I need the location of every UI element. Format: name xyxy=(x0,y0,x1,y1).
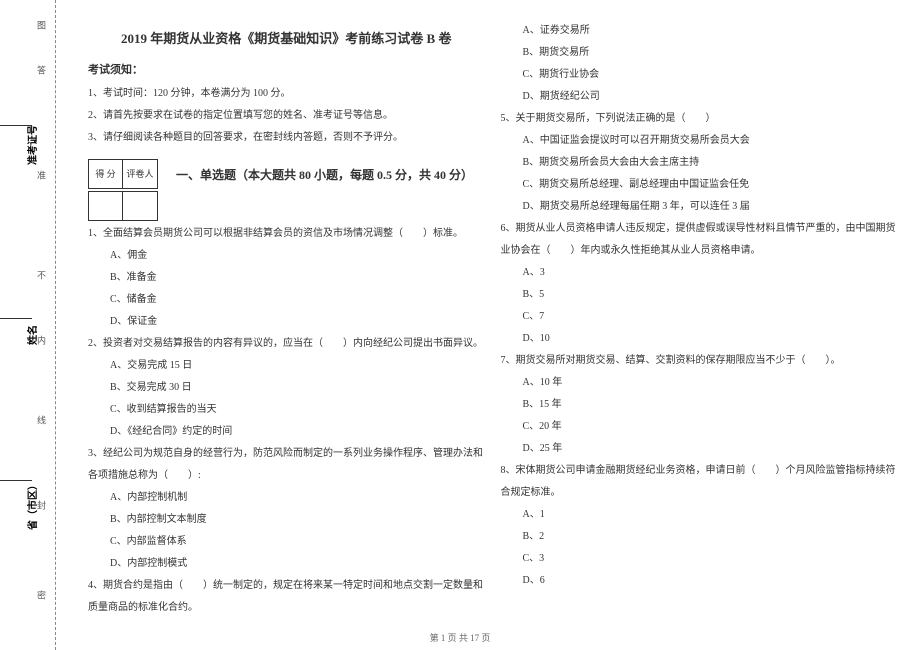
q5-opt-d: D、期货交易所总经理每届任期 3 年，可以连任 3 届 xyxy=(501,196,898,218)
q5-opt-b: B、期货交易所会员大会由大会主席主持 xyxy=(501,152,898,174)
notice-1: 1、考试时间：120 分钟，本卷满分为 100 分。 xyxy=(88,83,485,105)
score-cells-empty xyxy=(88,191,158,221)
mark-line: 线 xyxy=(35,416,48,425)
seal-top-label: 图 xyxy=(35,21,48,30)
mark-bu: 不 xyxy=(35,271,48,280)
q1-opt-d: D、保证金 xyxy=(88,311,485,333)
name-label: 姓名 xyxy=(24,325,39,345)
q8-opt-a: A、1 xyxy=(501,504,898,526)
exam-page: 图 答 准 不 内 线 封 密 准考证号 姓名 省（市区） 2019 年期货从业… xyxy=(0,0,920,650)
province-line xyxy=(0,480,32,481)
q1-opt-b: B、准备金 xyxy=(88,267,485,289)
q6-opt-c: C、7 xyxy=(501,306,898,328)
binding-margin: 图 答 准 不 内 线 封 密 准考证号 姓名 省（市区） xyxy=(0,0,70,650)
mark-cut: 答 xyxy=(35,66,48,75)
q4-opt-b: B、期货交易所 xyxy=(501,42,898,64)
q7-opt-d: D、25 年 xyxy=(501,438,898,460)
q5: 5、关于期货交易所，下列说法正确的是（ ） xyxy=(501,108,898,130)
notice-3: 3、请仔细阅读各种题目的回答要求，在密封线内答题，否则不予评分。 xyxy=(88,127,485,149)
q4: 4、期货合约是指由（ ）统一制定的，规定在将来某一特定时间和地点交割一定数量和质… xyxy=(88,575,485,619)
admit-line xyxy=(0,125,32,126)
name-line xyxy=(0,318,32,319)
column-left: 2019 年期货从业资格《期货基础知识》考前练习试卷 B 卷 考试须知： 1、考… xyxy=(80,20,493,640)
q4-opt-d: D、期货经纪公司 xyxy=(501,86,898,108)
score-box: 得 分 评卷人 一、单选题（本大题共 80 小题，每题 0.5 分，共 40 分… xyxy=(88,159,485,189)
cut-line xyxy=(55,0,56,650)
exam-title: 2019 年期货从业资格《期货基础知识》考前练习试卷 B 卷 xyxy=(88,28,485,47)
q3-opt-a: A、内部控制机制 xyxy=(88,487,485,509)
q7-opt-b: B、15 年 xyxy=(501,394,898,416)
q3-opt-c: C、内部监督体系 xyxy=(88,531,485,553)
q2-opt-a: A、交易完成 15 日 xyxy=(88,355,485,377)
q6-opt-a: A、3 xyxy=(501,262,898,284)
q7-opt-a: A、10 年 xyxy=(501,372,898,394)
notice-2: 2、请首先按要求在试卷的指定位置填写您的姓名、准考证号等信息。 xyxy=(88,105,485,127)
content-area: 2019 年期货从业资格《期货基础知识》考前练习试卷 B 卷 考试须知： 1、考… xyxy=(70,0,920,650)
q7: 7、期货交易所对期货交易、结算、交割资料的保存期限应当不少于（ ）。 xyxy=(501,350,898,372)
q3: 3、经纪公司为规范自身的经营行为，防范风险而制定的一系列业务操作程序、管理办法和… xyxy=(88,443,485,487)
q7-opt-c: C、20 年 xyxy=(501,416,898,438)
q2-opt-b: B、交易完成 30 日 xyxy=(88,377,485,399)
q8-opt-c: C、3 xyxy=(501,548,898,570)
score-box-row2 xyxy=(88,191,485,221)
q2-opt-c: C、收到结算报告的当天 xyxy=(88,399,485,421)
column-right: A、证券交易所 B、期货交易所 C、期货行业协会 D、期货经纪公司 5、关于期货… xyxy=(493,20,906,640)
admit-number-label: 准考证号 xyxy=(24,125,39,165)
q6-opt-b: B、5 xyxy=(501,284,898,306)
section-1-title: 一、单选题（本大题共 80 小题，每题 0.5 分，共 40 分） xyxy=(176,166,473,183)
province-label: 省（市区） xyxy=(24,480,39,530)
q2: 2、投资者对交易结算报告的内容有异议的，应当在（ ）内向经纪公司提出书面异议。 xyxy=(88,333,485,355)
q8-opt-b: B、2 xyxy=(501,526,898,548)
q6-opt-d: D、10 xyxy=(501,328,898,350)
q1: 1、全面结算会员期货公司可以根据非结算会员的资信及市场情况调整（ ）标准。 xyxy=(88,223,485,245)
q4-opt-a: A、证券交易所 xyxy=(501,20,898,42)
page-footer: 第 1 页 共 17 页 xyxy=(0,631,920,644)
score-empty-1 xyxy=(89,192,123,220)
q6: 6、期货从业人员资格申请人违反规定，提供虚假或误导性材料且情节严重的，由中国期货… xyxy=(501,218,898,262)
score-cell-grader: 评卷人 xyxy=(123,160,157,188)
mark-seal: 密 xyxy=(35,591,48,600)
q5-opt-a: A、中国证监会提议时可以召开期货交易所会员大会 xyxy=(501,130,898,152)
q2-opt-d: D、《经纪合同》约定的时间 xyxy=(88,421,485,443)
q8: 8、宋体期货公司申请金融期货经纪业务资格，申请日前（ ）个月风险监管指标持续符合… xyxy=(501,460,898,504)
score-empty-2 xyxy=(123,192,157,220)
q1-opt-c: C、储备金 xyxy=(88,289,485,311)
q3-opt-b: B、内部控制文本制度 xyxy=(88,509,485,531)
q4-opt-c: C、期货行业协会 xyxy=(501,64,898,86)
notice-heading: 考试须知： xyxy=(88,61,485,77)
q8-opt-d: D、6 xyxy=(501,570,898,592)
score-cells: 得 分 评卷人 xyxy=(88,159,158,189)
mark-zhun: 准 xyxy=(35,171,48,180)
q3-opt-d: D、内部控制模式 xyxy=(88,553,485,575)
score-cell-score: 得 分 xyxy=(89,160,123,188)
q5-opt-c: C、期货交易所总经理、副总经理由中国证监会任免 xyxy=(501,174,898,196)
q1-opt-a: A、佣金 xyxy=(88,245,485,267)
